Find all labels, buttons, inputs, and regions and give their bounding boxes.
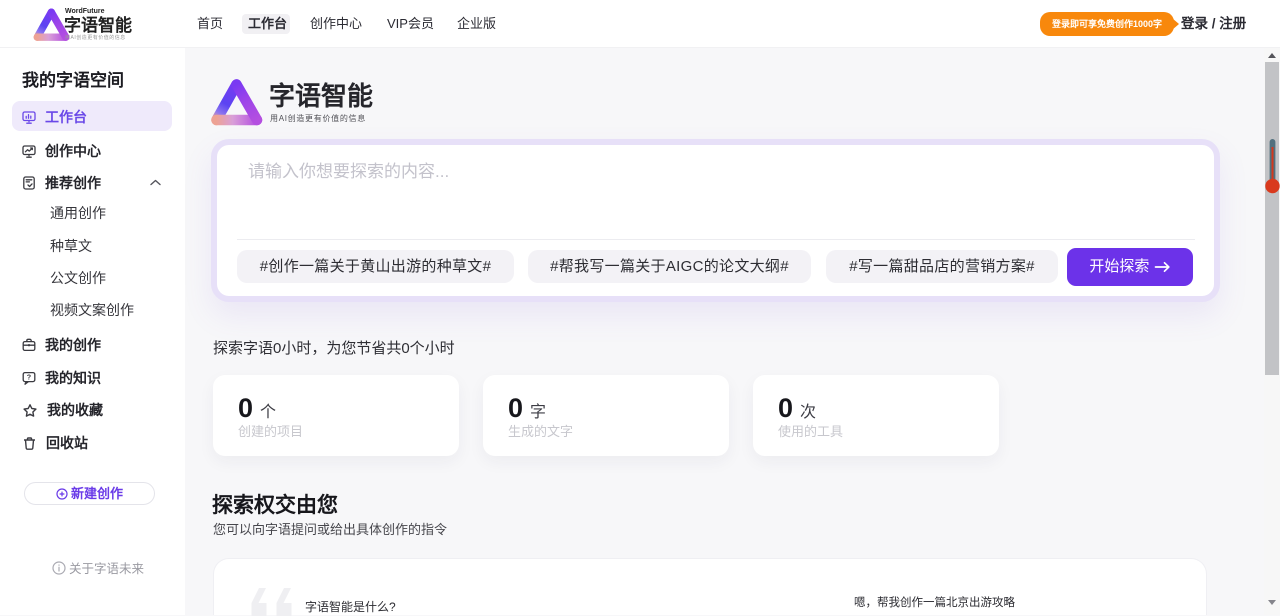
svg-text:?: ? xyxy=(27,373,31,382)
